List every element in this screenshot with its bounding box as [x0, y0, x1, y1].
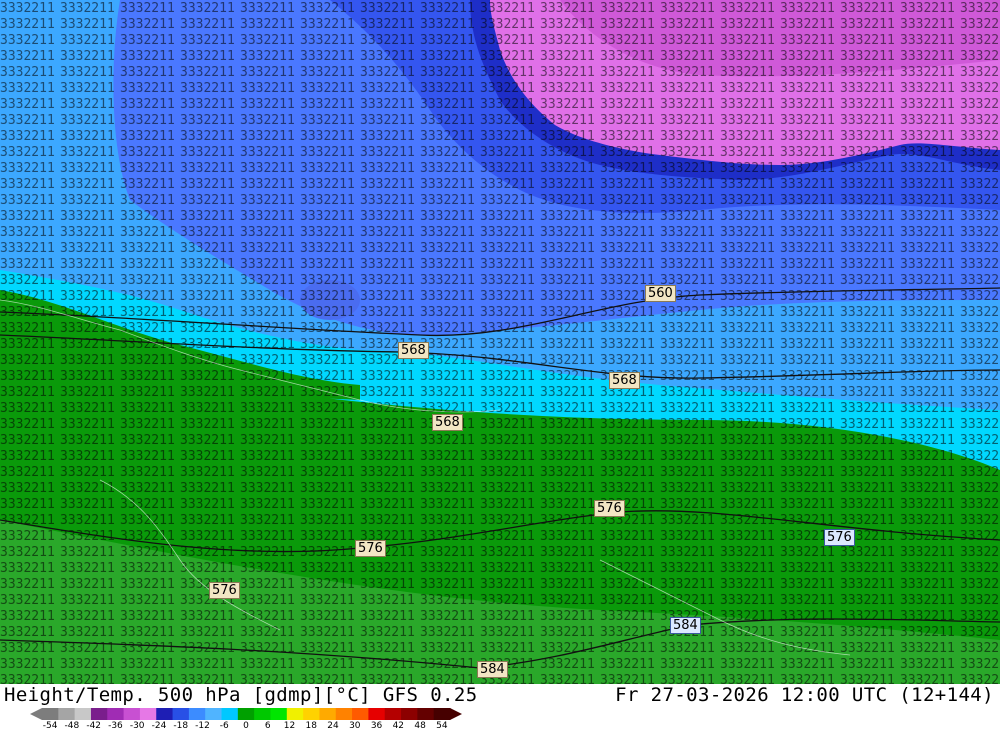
contour-label-568: 568: [398, 342, 429, 359]
colorbar-arrow-left: [30, 708, 42, 720]
colorbar-tick-label: 54: [436, 721, 448, 731]
colorbar-swatch: [401, 708, 418, 720]
colorbar-swatch: [417, 708, 435, 720]
colorbar-swatch: [90, 708, 108, 720]
colorbar-swatch: [303, 708, 320, 720]
colorbar-tick-label: -30: [129, 721, 145, 731]
colorbar-swatch: [335, 708, 353, 720]
contour-label-576: 576: [355, 540, 386, 557]
map-canvas: 3332211: [0, 0, 1000, 684]
colorbar-tick-label: -36: [108, 721, 123, 731]
color-scale-bar: [30, 708, 462, 720]
colorbar-tick-label: 36: [370, 721, 383, 731]
colorbar-tick-label: -54: [42, 721, 58, 731]
colorbar-tick-label: 24: [327, 721, 339, 731]
colorbar-swatch: [433, 708, 451, 720]
colorbar-tick-label: -12: [195, 721, 210, 731]
contour-label-584: 584: [670, 617, 701, 634]
colorbar-swatch: [286, 708, 304, 720]
colorbar-swatch: [58, 708, 76, 720]
color-scale-ticks: -54 -48 -42 -36 -30 -24 -18 -12 -6 0 6 12 18 24 30 36 42…: [0, 721, 470, 733]
contour-label-568: 568: [432, 414, 463, 431]
colorbar-tick-label: 48: [414, 721, 426, 731]
weather-map: 3332211: [0, 0, 1000, 684]
colorbar-swatch: [205, 708, 223, 720]
colorbar-swatch: [156, 708, 174, 720]
map-title: Height/Temp. 500 hPa [gdmp][°C] GFS 0.25: [4, 684, 478, 706]
colorbar-swatch: [384, 708, 402, 720]
colorbar-tick-label: -42: [86, 721, 102, 731]
colorbar-arrow-right: [450, 708, 462, 720]
colorbar-swatch: [319, 708, 337, 720]
colorbar-swatch: [254, 708, 271, 720]
colorbar-tick-label: -6: [219, 721, 229, 731]
colorbar-swatch: [237, 708, 255, 720]
footer: Height/Temp. 500 hPa [gdmp][°C] GFS 0.25…: [0, 684, 1000, 733]
colorbar-swatch: [352, 708, 369, 720]
colorbar-swatch: [107, 708, 125, 720]
contour-label-560: 560: [645, 285, 676, 302]
colorbar-tick-label: -48: [64, 721, 80, 731]
colorbar-swatch: [42, 708, 59, 720]
colorbar-swatch: [270, 708, 288, 720]
colorbar-swatch: [188, 708, 206, 720]
colorbar-tick-label: 12: [283, 721, 296, 731]
forecast-time: Fr 27-03-2026 12:00 UTC (12+144): [615, 684, 994, 706]
colorbar-swatch: [139, 708, 157, 720]
colorbar-swatch: [74, 708, 92, 720]
colorbar-swatch: [221, 708, 239, 720]
colorbar-tick-label: -24: [151, 721, 167, 731]
colorbar-tick-label: 18: [305, 721, 317, 731]
contour-label-576: 576: [594, 500, 625, 517]
colorbar-swatch: [368, 708, 386, 720]
contour-label-576: 576: [209, 582, 240, 599]
colorbar-swatch: [172, 708, 190, 720]
colorbar-tick-label: 0: [243, 721, 249, 731]
contour-label-576: 576: [824, 529, 855, 546]
contour-label-568: 568: [609, 372, 640, 389]
colorbar-swatch: [123, 708, 141, 720]
colorbar-tick-label: -18: [173, 721, 189, 731]
colorbar-tick-label: 42: [392, 721, 405, 731]
colorbar-tick-label: 6: [264, 721, 271, 731]
contour-label-584: 584: [477, 661, 508, 678]
colorbar-tick-label: 30: [349, 721, 361, 731]
